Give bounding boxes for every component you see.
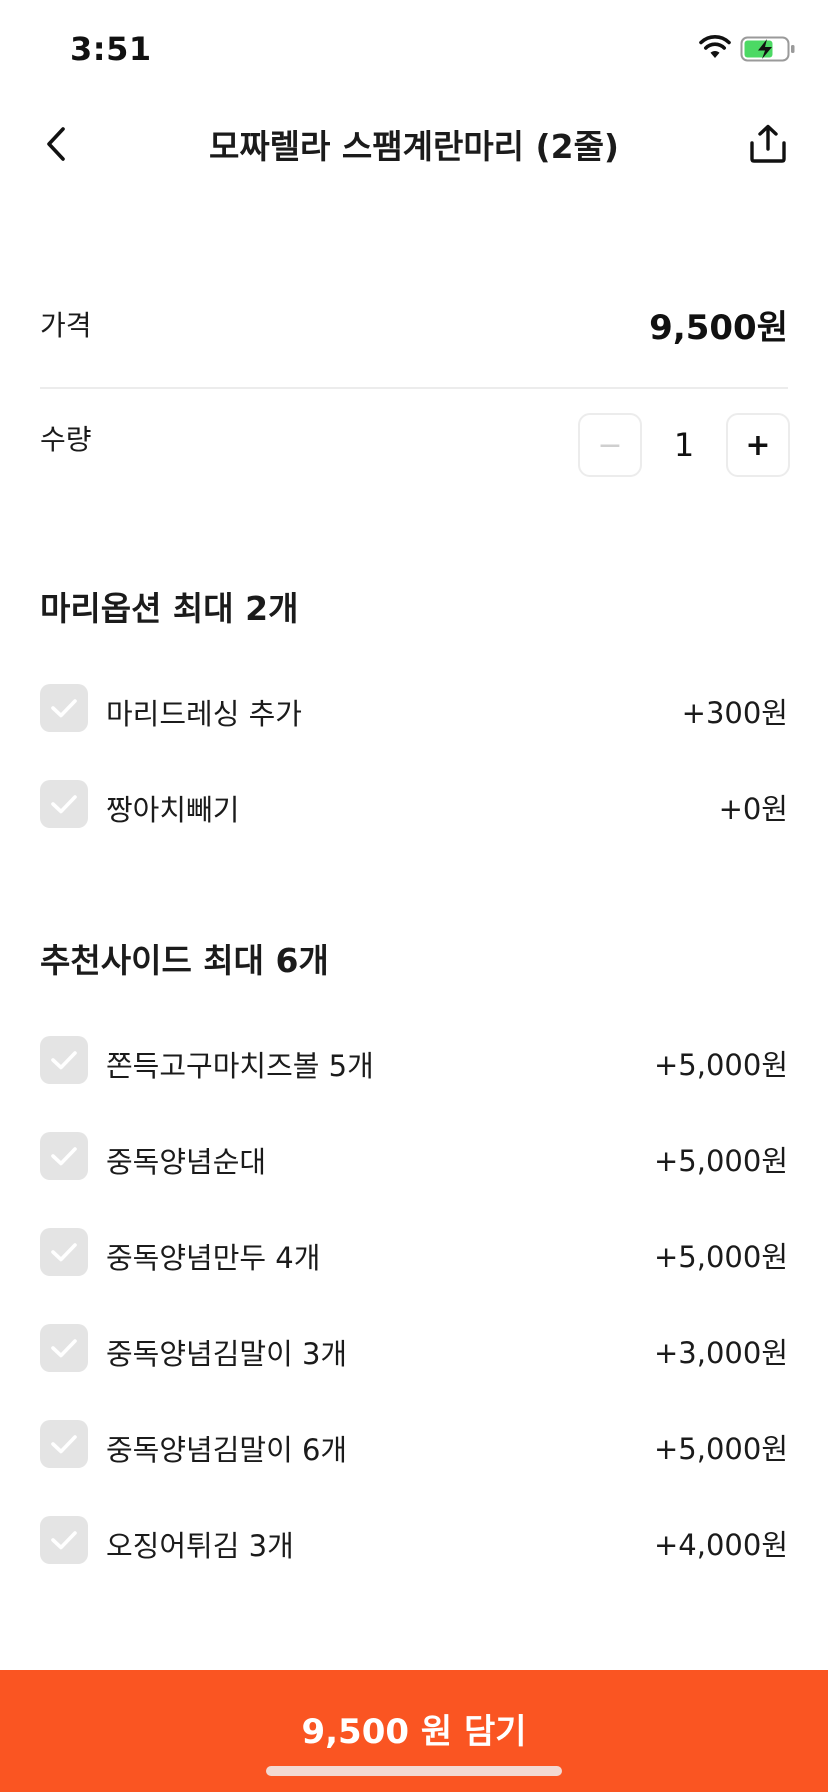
option-checkbox[interactable] bbox=[40, 780, 88, 828]
quantity-label: 수량 bbox=[40, 423, 92, 456]
option-label: 중독양념순대 bbox=[106, 1145, 267, 1179]
check-icon bbox=[51, 1051, 77, 1070]
option-label: 마리드레싱 추가 bbox=[106, 697, 302, 731]
check-icon bbox=[51, 795, 77, 814]
check-icon bbox=[51, 1435, 77, 1454]
option-label: 짱아치빼기 bbox=[106, 793, 240, 827]
divider bbox=[40, 387, 788, 389]
check-icon bbox=[51, 1531, 77, 1550]
price-row: 가격 9,500원 bbox=[40, 296, 788, 348]
check-icon bbox=[51, 699, 77, 718]
back-button[interactable] bbox=[30, 118, 82, 170]
option-price: +5,000원 bbox=[654, 1144, 788, 1178]
option-label: 중독양념김말이 3개 bbox=[106, 1337, 348, 1371]
add-to-cart-button[interactable]: 9,500 원 담기 bbox=[0, 1670, 828, 1792]
option-label: 오징어튀김 3개 bbox=[106, 1529, 294, 1563]
option-checkbox[interactable] bbox=[40, 1516, 88, 1564]
add-to-cart-label: 9,500 원 담기 bbox=[301, 1712, 527, 1752]
quantity-increase-button[interactable]: + bbox=[726, 413, 790, 477]
option-checkbox[interactable] bbox=[40, 1324, 88, 1372]
option-row[interactable]: 중독양념김말이 6개 +5,000원 bbox=[40, 1420, 788, 1470]
share-button[interactable] bbox=[742, 118, 794, 170]
option-price: +5,000원 bbox=[654, 1432, 788, 1466]
status-bar: 3:51 bbox=[0, 0, 828, 100]
chevron-left-icon bbox=[47, 127, 65, 161]
option-checkbox[interactable] bbox=[40, 1036, 88, 1084]
option-price: +3,000원 bbox=[654, 1336, 788, 1370]
option-row[interactable]: 중독양념순대 +5,000원 bbox=[40, 1132, 788, 1182]
option-row[interactable]: 중독양념만두 4개 +5,000원 bbox=[40, 1228, 788, 1278]
option-checkbox[interactable] bbox=[40, 1420, 88, 1468]
option-label: 중독양념만두 4개 bbox=[106, 1241, 321, 1275]
quantity-decrease-button[interactable]: − bbox=[578, 413, 642, 477]
option-label: 중독양념김말이 6개 bbox=[106, 1433, 348, 1467]
section-title-recommended-sides: 추천사이드 최대 6개 bbox=[40, 941, 329, 980]
option-row[interactable]: 마리드레싱 추가 +300원 bbox=[40, 684, 788, 734]
price-value: 9,500원 bbox=[649, 308, 788, 348]
option-price: +300원 bbox=[681, 696, 788, 730]
quantity-stepper: − 1 + bbox=[578, 412, 790, 478]
option-row[interactable]: 짱아치빼기 +0원 bbox=[40, 780, 788, 830]
price-label: 가격 bbox=[40, 309, 92, 342]
section-title-mari-options: 마리옵션 최대 2개 bbox=[40, 589, 299, 628]
option-label: 쫀득고구마치즈볼 5개 bbox=[106, 1049, 374, 1083]
option-checkbox[interactable] bbox=[40, 1132, 88, 1180]
option-checkbox[interactable] bbox=[40, 1228, 88, 1276]
check-icon bbox=[51, 1243, 77, 1262]
wifi-icon bbox=[699, 35, 731, 58]
battery-charging-icon bbox=[740, 36, 795, 62]
option-price: +5,000원 bbox=[654, 1048, 788, 1082]
quantity-row: 수량 − 1 + bbox=[40, 412, 790, 478]
check-icon bbox=[51, 1339, 77, 1358]
option-price: +0원 bbox=[718, 792, 788, 826]
option-row[interactable]: 오징어튀김 3개 +4,000원 bbox=[40, 1516, 788, 1566]
option-price: +4,000원 bbox=[654, 1528, 788, 1562]
home-indicator bbox=[266, 1766, 562, 1776]
page-title: 모짜렐라 스팸계란마리 (2줄) bbox=[208, 127, 620, 166]
share-icon bbox=[750, 124, 786, 163]
option-row[interactable]: 쫀득고구마치즈볼 5개 +5,000원 bbox=[40, 1036, 788, 1086]
check-icon bbox=[51, 1147, 77, 1166]
quantity-value: 1 bbox=[673, 426, 695, 464]
option-price: +5,000원 bbox=[654, 1240, 788, 1274]
status-time: 3:51 bbox=[70, 30, 152, 68]
navigation-header: 모짜렐라 스팸계란마리 (2줄) bbox=[0, 100, 828, 190]
option-row[interactable]: 중독양념김말이 3개 +3,000원 bbox=[40, 1324, 788, 1374]
option-checkbox[interactable] bbox=[40, 684, 88, 732]
